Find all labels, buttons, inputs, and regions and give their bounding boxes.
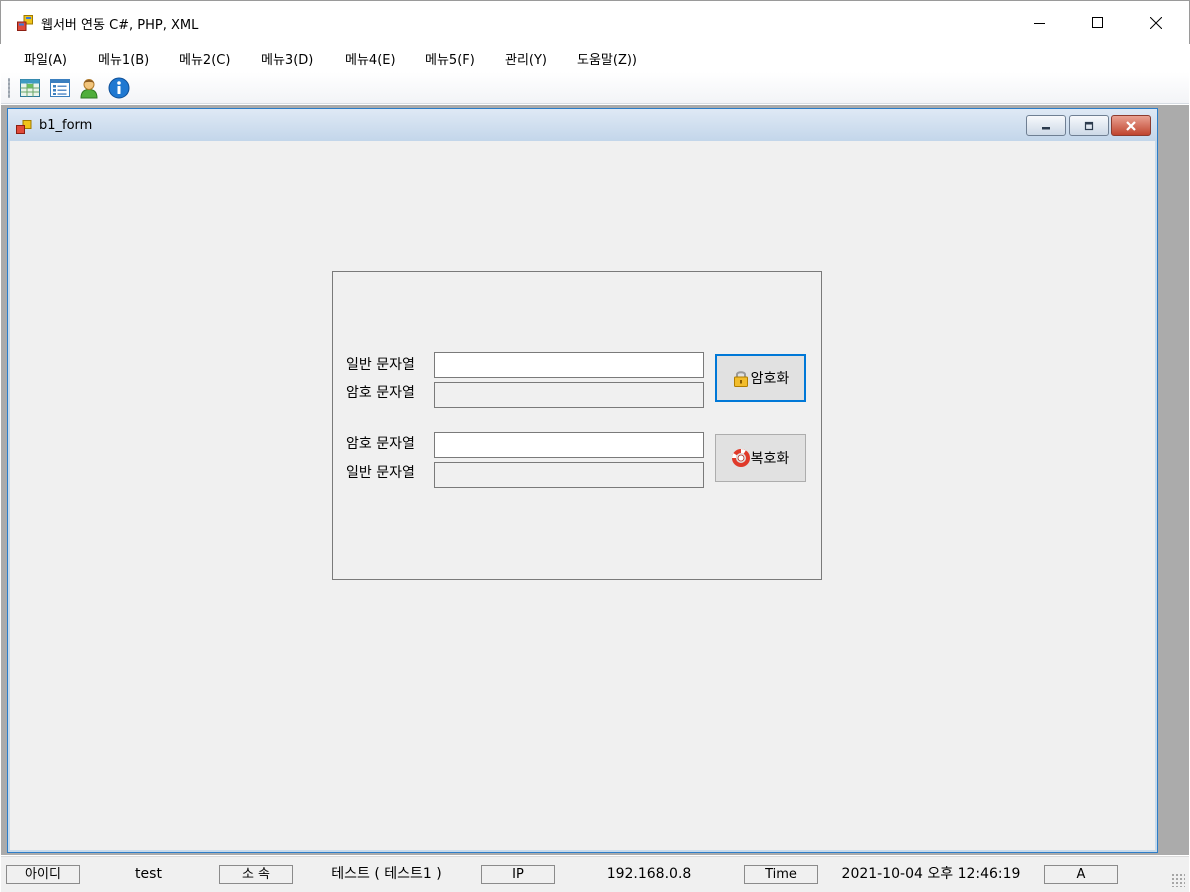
decrypt-plain-label: 일반 문자열 bbox=[346, 465, 415, 481]
user-icon bbox=[80, 79, 98, 99]
encrypt-plain-input[interactable] bbox=[434, 352, 704, 378]
app-window-icon bbox=[17, 15, 33, 31]
info-icon bbox=[108, 77, 130, 99]
status-time-label: Time bbox=[744, 865, 818, 884]
status-dept-label: 소 속 bbox=[219, 865, 293, 884]
child-close-button[interactable] bbox=[1111, 115, 1151, 136]
status-id-label: 아이디 bbox=[6, 865, 80, 884]
status-time-value: 2021-10-04 오후 12:46:19 bbox=[841, 866, 1021, 882]
status-ip-value: 192.168.0.8 bbox=[606, 866, 692, 882]
menu-menu1[interactable]: 메뉴1(B) bbox=[98, 49, 149, 68]
menu-file[interactable]: 파일(A) bbox=[24, 49, 67, 68]
toolbar-button-info[interactable] bbox=[108, 77, 130, 99]
encrypt-button[interactable]: 암호화 bbox=[715, 354, 806, 402]
menu-menu4[interactable]: 메뉴4(E) bbox=[345, 49, 396, 68]
minimize-icon bbox=[1042, 126, 1050, 129]
resize-grip[interactable] bbox=[1171, 873, 1185, 887]
encrypt-cipher-label: 암호 문자열 bbox=[346, 385, 415, 401]
spreadsheet-icon bbox=[20, 79, 40, 97]
decrypt-button-label: 복호화 bbox=[750, 451, 790, 467]
child-form-body: 일반 문자열 암호 문자열 암호화 암호 문자열 일반 문자열 복호화 bbox=[10, 141, 1155, 850]
status-bar: 아이디 test 소 속 테스트 ( 테스트1 ) IP 192.168.0.8… bbox=[1, 856, 1189, 892]
minimize-icon bbox=[1034, 23, 1045, 24]
child-window-title: b1_form bbox=[39, 118, 93, 133]
restore-icon bbox=[1084, 121, 1094, 130]
encrypt-button-label: 암호화 bbox=[750, 371, 790, 387]
menu-menu2[interactable]: 메뉴2(C) bbox=[179, 49, 230, 68]
main-title-bar: 웹서버 연동 C#, PHP, XML bbox=[0, 0, 1190, 44]
lock-icon bbox=[733, 371, 748, 387]
menu-menu3[interactable]: 메뉴3(D) bbox=[261, 49, 313, 68]
child-minimize-button[interactable] bbox=[1026, 115, 1066, 136]
decrypt-cipher-input[interactable] bbox=[434, 432, 704, 458]
toolbar bbox=[1, 72, 1189, 104]
maximize-button[interactable] bbox=[1069, 2, 1127, 44]
status-id-value: test bbox=[135, 866, 162, 882]
encrypt-cipher-output[interactable] bbox=[434, 382, 704, 408]
status-extra-value: A bbox=[1044, 865, 1118, 884]
list-icon bbox=[50, 79, 70, 97]
menu-help[interactable]: 도움말(Z)) bbox=[577, 49, 637, 68]
child-window-b1-form: b1_form 일반 문자열 암호 문자열 암호화 암호 문자열 일반 문자열 … bbox=[7, 108, 1158, 853]
close-button[interactable] bbox=[1127, 2, 1185, 44]
window-title: 웹서버 연동 C#, PHP, XML bbox=[41, 18, 199, 33]
menu-manage[interactable]: 관리(Y) bbox=[505, 49, 547, 68]
encrypt-plain-label: 일반 문자열 bbox=[346, 357, 415, 373]
crypto-panel: 일반 문자열 암호 문자열 암호화 암호 문자열 일반 문자열 복호화 bbox=[332, 271, 822, 580]
child-window-icon bbox=[16, 120, 32, 134]
toolbar-button-list[interactable] bbox=[49, 77, 71, 99]
child-restore-button[interactable] bbox=[1069, 115, 1109, 136]
toolbar-grip[interactable] bbox=[8, 78, 10, 98]
decrypt-cipher-label: 암호 문자열 bbox=[346, 436, 415, 452]
decrypt-plain-output[interactable] bbox=[434, 462, 704, 488]
menu-menu5[interactable]: 메뉴5(F) bbox=[425, 49, 475, 68]
menu-bar: 파일(A) 메뉴1(B) 메뉴2(C) 메뉴3(D) 메뉴4(E) 메뉴5(F)… bbox=[1, 44, 1189, 72]
close-icon bbox=[1126, 120, 1136, 131]
lifebuoy-icon bbox=[731, 449, 750, 467]
status-ip-label: IP bbox=[481, 865, 555, 884]
status-dept-value: 테스트 ( 테스트1 ) bbox=[331, 866, 442, 882]
close-icon bbox=[1150, 17, 1162, 29]
toolbar-button-user[interactable] bbox=[78, 77, 100, 99]
decrypt-button[interactable]: 복호화 bbox=[715, 434, 806, 482]
maximize-icon bbox=[1092, 17, 1103, 28]
child-title-bar[interactable]: b1_form bbox=[8, 109, 1157, 141]
minimize-button[interactable] bbox=[1011, 2, 1069, 44]
toolbar-button-spreadsheet[interactable] bbox=[19, 77, 41, 99]
